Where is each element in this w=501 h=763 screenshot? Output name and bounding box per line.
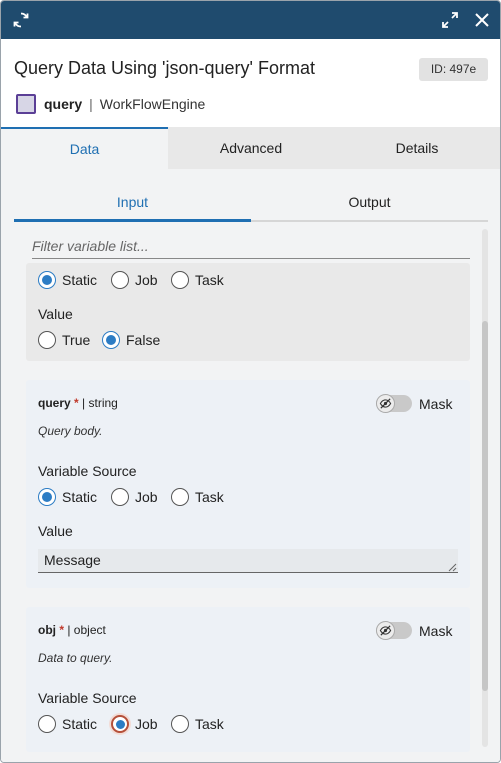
main-tabs: Data Advanced Details [1, 127, 500, 169]
value-label: Value [38, 306, 73, 322]
radio-label: Task [195, 489, 224, 505]
mask-label: Mask [419, 622, 453, 639]
radio-circle [38, 271, 56, 289]
source-task-radio[interactable]: Task [171, 715, 224, 733]
radio-label: Static [62, 272, 98, 288]
expand-icon[interactable] [441, 11, 459, 29]
panel-topbar [1, 1, 500, 39]
required-mark: * [74, 396, 79, 410]
filter-variable-input[interactable] [32, 234, 470, 259]
node-engine: WorkFlowEngine [99, 96, 206, 112]
source-static-radio[interactable]: Static [38, 271, 97, 289]
panel-title: Query Data Using 'json-query' Format [14, 58, 315, 78]
node-separator: | [89, 96, 93, 112]
param-type: | object [67, 623, 106, 637]
param-name-text: query [38, 396, 71, 410]
param-description: Data to query. [38, 651, 113, 665]
tab-advanced[interactable]: Advanced [168, 127, 334, 169]
toggle-track [376, 394, 412, 413]
radio-circle [171, 715, 189, 733]
param-name: query * | string [38, 396, 118, 410]
radio-circle [38, 715, 56, 733]
tab-input[interactable]: Input [14, 186, 251, 222]
tab-output[interactable]: Output [251, 186, 488, 222]
radio-circle [111, 715, 129, 733]
refresh-icon[interactable] [11, 10, 31, 30]
value-true-radio[interactable]: True [38, 331, 90, 349]
value-label: Value [38, 523, 73, 539]
node-info: query | WorkFlowEngine [16, 94, 205, 114]
radio-circle [171, 488, 189, 506]
eye-off-icon [376, 394, 395, 413]
resize-grip-icon[interactable] [448, 563, 457, 572]
tab-details[interactable]: Details [334, 127, 500, 169]
required-mark: * [59, 623, 65, 637]
source-static-radio[interactable]: Static [38, 488, 97, 506]
param-description: Query body. [38, 424, 103, 438]
source-static-radio[interactable]: Static [38, 715, 97, 733]
radio-circle [111, 488, 129, 506]
id-badge: ID: 497e [419, 58, 488, 81]
mask-toggle[interactable]: Mask [376, 621, 453, 640]
radio-label: Static [62, 489, 98, 505]
source-job-radio[interactable]: Job [111, 715, 158, 733]
radio-label: Job [135, 716, 158, 732]
source-job-radio[interactable]: Job [111, 271, 158, 289]
value-textarea[interactable]: Message [38, 549, 458, 573]
source-job-radio[interactable]: Job [111, 488, 158, 506]
param-name: obj * | object [38, 623, 106, 637]
scrollbar-thumb[interactable] [482, 321, 488, 691]
variable-source-label: Variable Source [38, 690, 137, 706]
eye-off-icon [376, 621, 395, 640]
radio-circle [171, 271, 189, 289]
radio-circle [38, 331, 56, 349]
radio-label: Job [135, 272, 158, 288]
mask-toggle[interactable]: Mask [376, 394, 453, 413]
radio-circle [102, 331, 120, 349]
source-task-radio[interactable]: Task [171, 271, 224, 289]
source-task-radio[interactable]: Task [171, 488, 224, 506]
radio-label: Static [62, 716, 98, 732]
radio-label: Task [195, 716, 224, 732]
tab-data[interactable]: Data [1, 127, 168, 169]
mask-label: Mask [419, 395, 453, 412]
radio-label: True [62, 332, 91, 348]
node-name: query [44, 96, 83, 112]
task-panel: Query Data Using 'json-query' Format ID:… [0, 0, 501, 763]
radio-label: Task [195, 272, 224, 288]
value-false-radio[interactable]: False [102, 331, 160, 349]
radio-label: False [126, 332, 161, 348]
param-type: | string [82, 396, 118, 410]
io-tabs: Input Output [14, 186, 488, 222]
toggle-track [376, 621, 412, 640]
node-icon [16, 94, 36, 114]
variable-source-label: Variable Source [38, 463, 137, 479]
close-icon[interactable] [472, 10, 492, 30]
radio-label: Job [135, 489, 158, 505]
radio-circle [38, 488, 56, 506]
param-name-text: obj [38, 623, 56, 637]
radio-circle [111, 271, 129, 289]
